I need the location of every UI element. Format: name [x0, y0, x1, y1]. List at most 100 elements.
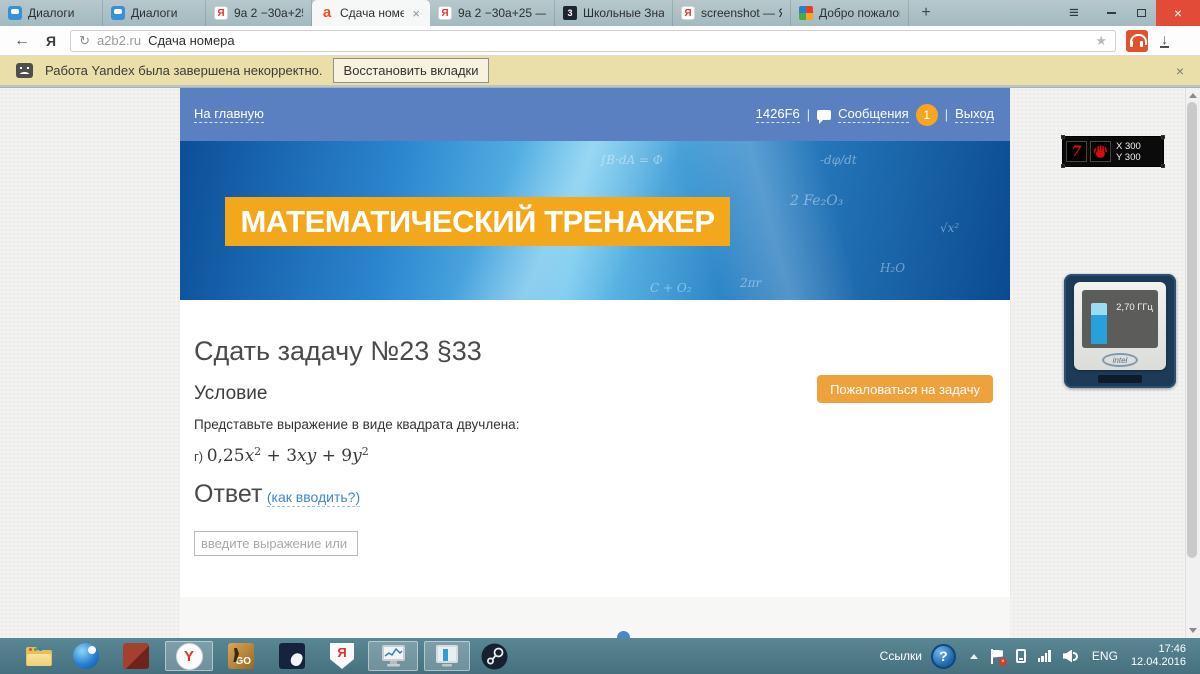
back-icon[interactable]: ←	[14, 32, 30, 50]
notification-close-icon[interactable]: ×	[1176, 63, 1184, 79]
system-monitor-icon	[380, 644, 407, 668]
language-indicator[interactable]: ENG	[1092, 649, 1118, 663]
folder-icon	[26, 647, 52, 666]
tab-welcome[interactable]: Добро пожалова	[791, 0, 909, 26]
cpu-monitor-widget[interactable]: 2,70 ГГц intel	[1064, 274, 1176, 388]
scroll-up-icon[interactable]	[1189, 93, 1197, 98]
tab-znanija[interactable]: 3 Школьные Знани	[555, 0, 673, 26]
tab-screenshot[interactable]: Я screenshot — Янд	[673, 0, 791, 26]
welcome-icon	[799, 6, 813, 20]
url-input[interactable]: ↻ a2b2.ru Сдача номера ★	[70, 30, 1116, 52]
formula-var: y	[352, 446, 362, 466]
restore-tabs-button[interactable]: Восстановить вкладки	[333, 58, 490, 83]
banner-formula-decoration: √x²	[940, 221, 959, 235]
cpu-chip-face: 2,70 ГГц intel	[1074, 282, 1166, 370]
url-page-title: Сдача номера	[148, 33, 235, 48]
formula-var: x	[245, 446, 255, 466]
mouse-coords-widget[interactable]: 7 X 300 Y 300	[1063, 137, 1163, 166]
home-link[interactable]: На главную	[194, 106, 264, 123]
menu-icon[interactable]: ≡	[1052, 0, 1096, 26]
logout-link[interactable]: Выход	[955, 106, 994, 123]
browser-tab-bar: Диалоги Диалоги Я 9а 2 −30а+25 — a Сдача…	[0, 0, 1200, 26]
banner-formula-decoration: 2πr	[740, 276, 761, 290]
yandex-pin-icon: Я	[330, 643, 354, 669]
tab-label: screenshot — Янд	[701, 6, 782, 20]
tab-dialogs-2[interactable]: Диалоги	[103, 0, 206, 26]
banner-formula-decoration: -dφ/dt	[820, 153, 857, 167]
tab-sdacha-nomera-active[interactable]: a Сдача номера ×	[312, 0, 430, 26]
tab-label: Диалоги	[131, 6, 197, 20]
address-bar: ← Я ↻ a2b2.ru Сдача номера ★ ↓	[0, 26, 1200, 56]
taskbar-resource-app-button[interactable]	[433, 643, 461, 669]
taskbar-navy-app-button[interactable]	[278, 643, 306, 669]
extension-headphones-icon[interactable]	[1126, 30, 1148, 52]
messages-link[interactable]: Сообщения	[838, 106, 909, 123]
taskbar-monitor-app-button[interactable]	[379, 643, 407, 669]
messages-badge[interactable]: 1	[916, 104, 938, 126]
page-content-column: На главную 1426F6 | Сообщения 1 | Выход …	[180, 88, 1010, 638]
answer-input[interactable]	[194, 531, 358, 556]
show-hidden-icons-chevron[interactable]	[970, 654, 978, 659]
formula-coef: 0,25	[207, 446, 245, 466]
window-controls: ≡ ×	[1052, 0, 1200, 26]
tab-label: Диалоги	[28, 6, 94, 20]
yandex-icon: Я	[438, 6, 452, 20]
taskbar-steam-button[interactable]	[480, 643, 508, 669]
page-scrollbar[interactable]	[1185, 88, 1198, 638]
banner-formula-decoration: H₂O	[880, 261, 905, 275]
banner-title: МАТЕМАТИЧЕСКИЙ ТРЕНАЖЕР	[240, 204, 714, 240]
scrollbar-thumb[interactable]	[1187, 102, 1197, 558]
how-to-enter-link[interactable]: (как вводить?)	[267, 489, 360, 507]
tab-close-icon[interactable]: ×	[410, 6, 422, 21]
tab-algebra-1[interactable]: Я 9а 2 −30а+25 —	[206, 0, 312, 26]
reload-icon[interactable]: ↻	[79, 33, 90, 49]
taskbar-red-app-button[interactable]	[122, 643, 150, 669]
links-toolbar-label[interactable]: Ссылки	[880, 649, 922, 663]
steam-icon	[481, 643, 508, 670]
help-icon[interactable]: ?	[931, 644, 956, 669]
messages-icon	[817, 110, 831, 120]
znanija-icon: 3	[563, 6, 577, 20]
new-tab-button[interactable]: +	[909, 0, 943, 26]
taskbar-yandex-browser-button[interactable]: Y	[175, 643, 203, 669]
yandex-logo-icon[interactable]: Я	[46, 33, 56, 49]
minimize-button[interactable]	[1096, 0, 1126, 26]
separator: |	[945, 107, 948, 122]
clock[interactable]: 17:46 12.04.2016	[1131, 643, 1186, 669]
download-icon[interactable]: ↓	[1160, 33, 1169, 48]
scroll-down-icon[interactable]	[1189, 628, 1197, 633]
action-center-flag-icon[interactable]: ×	[991, 649, 1004, 664]
x-coordinate: X 300	[1116, 141, 1141, 152]
tab-algebra-2[interactable]: Я 9а 2 −30а+25 —	[430, 0, 555, 26]
device-icon[interactable]	[1016, 649, 1026, 663]
navy-app-icon	[279, 643, 305, 669]
report-task-button[interactable]: Пожаловаться на задачу	[817, 375, 993, 403]
bookmark-star-icon[interactable]: ★	[1095, 33, 1107, 49]
time: 17:46	[1131, 643, 1186, 656]
volume-icon[interactable]	[1063, 650, 1079, 663]
csgo-icon: GO	[228, 643, 254, 669]
maximize-button[interactable]	[1126, 0, 1156, 26]
network-signal-icon[interactable]	[1038, 650, 1051, 662]
cpu-load-bar	[1091, 303, 1107, 344]
taskbar-explorer-button[interactable]	[25, 643, 53, 669]
formula-coef: + 3	[261, 446, 297, 466]
taskbar-csgo-button[interactable]: GO	[227, 643, 255, 669]
taskbar-media-app-button[interactable]	[72, 643, 100, 669]
user-code-link[interactable]: 1426F6	[756, 106, 800, 123]
condition-text: Представьте выражение в виде квадрата дв…	[194, 417, 519, 432]
red-hand-icon	[1093, 144, 1108, 159]
footer-logo-edge	[617, 631, 630, 638]
condition-heading: Условие	[194, 383, 267, 405]
answer-heading: Ответ	[194, 480, 262, 508]
system-tray: Ссылки ? × ENG 17:46 12.04.2016	[880, 643, 1200, 669]
coords-text: X 300 Y 300	[1116, 141, 1141, 163]
close-button[interactable]: ×	[1156, 0, 1200, 26]
chat-icon	[111, 6, 125, 20]
bloody-logo-cell: 7	[1066, 141, 1087, 162]
widget-pin	[1061, 135, 1065, 139]
tab-dialogs-1[interactable]: Диалоги	[0, 0, 103, 26]
taskbar-yandex-widget-button[interactable]: Я	[328, 643, 356, 669]
formula-math: 0,25x2 + 3xy + 9y2	[207, 446, 369, 466]
resource-monitor-icon	[434, 644, 460, 668]
